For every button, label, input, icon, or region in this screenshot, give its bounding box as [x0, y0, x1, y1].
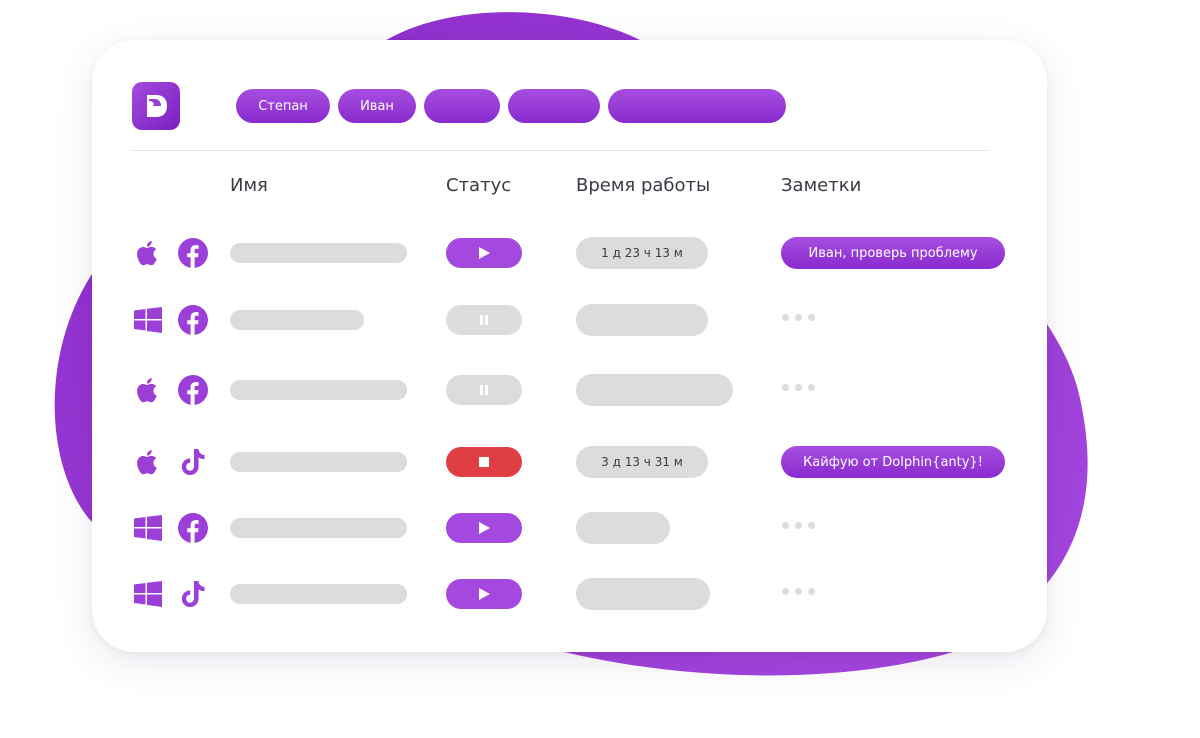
status-button[interactable] — [446, 447, 522, 477]
status-button[interactable] — [446, 579, 522, 609]
windows-icon — [134, 307, 162, 333]
pause-icon — [480, 385, 488, 395]
status-button[interactable] — [446, 375, 522, 405]
tiktok-icon — [181, 449, 205, 475]
facebook-icon — [178, 375, 208, 405]
note-badge[interactable]: Кайфую от Dolphin{anty}! — [781, 446, 1005, 478]
table-row[interactable]: 3 д 13 ч 31 м Кайфую от Dolphin{anty}! — [92, 442, 1047, 482]
work-time — [576, 304, 708, 336]
facebook-icon — [178, 238, 208, 268]
windows-icon — [134, 515, 162, 541]
table-row[interactable]: 1 д 23 ч 13 м Иван, проверь проблему — [92, 233, 1047, 273]
notes-empty-dots[interactable] — [782, 588, 815, 595]
column-header-status: Статус — [446, 175, 512, 196]
apple-icon — [137, 378, 157, 403]
work-time — [576, 512, 670, 544]
work-time — [576, 578, 710, 610]
apple-icon — [137, 241, 157, 266]
tab-empty-1[interactable] — [424, 89, 500, 123]
table-row[interactable] — [92, 300, 1047, 340]
profile-name-placeholder — [230, 452, 407, 472]
notes-empty-dots[interactable] — [782, 522, 815, 529]
notes-empty-dots[interactable] — [782, 314, 815, 321]
facebook-icon — [178, 305, 208, 335]
table-row[interactable] — [92, 508, 1047, 548]
dolphin-logo-icon[interactable] — [132, 82, 180, 130]
work-time: 3 д 13 ч 31 м — [576, 446, 708, 478]
facebook-icon — [178, 513, 208, 543]
column-header-notes: Заметки — [781, 175, 862, 196]
stop-icon — [479, 457, 489, 467]
note-badge[interactable]: Иван, проверь проблему — [781, 237, 1005, 269]
tab-empty-2[interactable] — [508, 89, 600, 123]
header-divider — [132, 150, 989, 151]
status-button[interactable] — [446, 238, 522, 268]
tab-ivan[interactable]: Иван — [338, 89, 416, 123]
play-icon — [479, 522, 490, 534]
work-time — [576, 374, 733, 406]
play-icon — [479, 247, 490, 259]
pause-icon — [480, 315, 488, 325]
tiktok-icon — [181, 581, 205, 607]
profile-name-placeholder — [230, 310, 364, 330]
apple-icon — [137, 450, 157, 475]
profile-name-placeholder — [230, 243, 407, 263]
windows-icon — [134, 581, 162, 607]
column-header-name: Имя — [230, 175, 268, 196]
tab-empty-3[interactable] — [608, 89, 786, 123]
column-header-time: Время работы — [576, 175, 711, 196]
table-row[interactable] — [92, 574, 1047, 614]
profile-name-placeholder — [230, 518, 407, 538]
profile-name-placeholder — [230, 584, 407, 604]
table-row[interactable] — [92, 370, 1047, 410]
play-icon — [479, 588, 490, 600]
work-time: 1 д 23 ч 13 м — [576, 237, 708, 269]
profile-name-placeholder — [230, 380, 407, 400]
notes-empty-dots[interactable] — [782, 384, 815, 391]
status-button[interactable] — [446, 305, 522, 335]
profile-tabs: Степан Иван — [236, 89, 786, 123]
tab-stepan[interactable]: Степан — [236, 89, 330, 123]
profiles-panel: Степан Иван Имя Статус Время работы Заме… — [92, 40, 1047, 652]
status-button[interactable] — [446, 513, 522, 543]
